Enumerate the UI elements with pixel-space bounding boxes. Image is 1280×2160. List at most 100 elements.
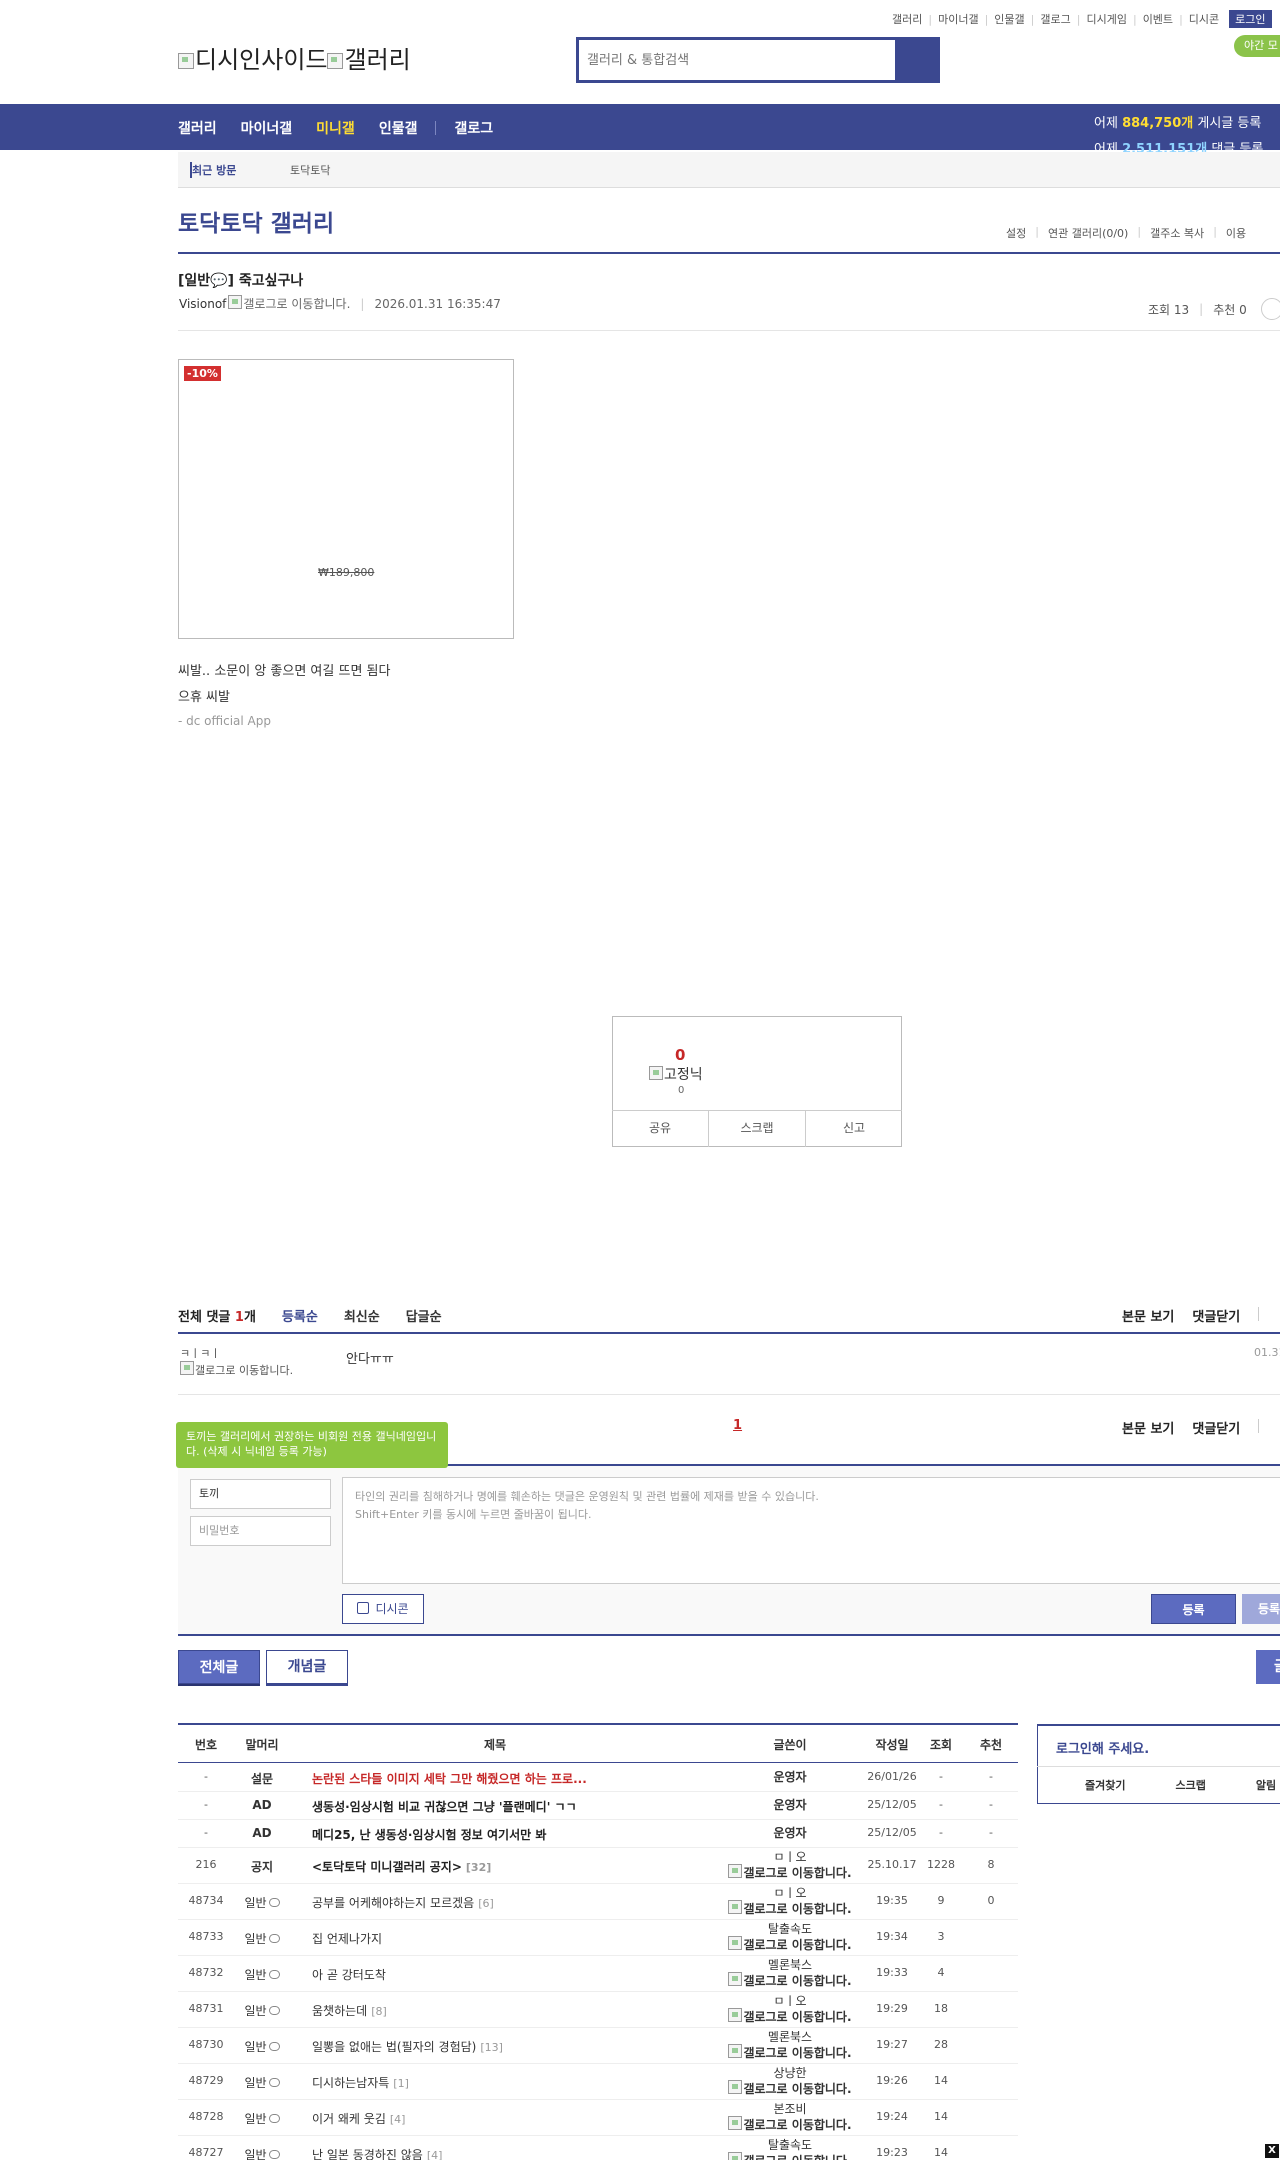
reply-count: [8] — [371, 2005, 387, 2018]
post-writer[interactable]: ㅁㅣ오 갤로그로 이동합니다. — [714, 1886, 866, 1916]
write-button[interactable]: 글 — [1256, 1650, 1280, 1684]
top-link-gallery[interactable]: 갤러리 — [892, 11, 922, 27]
post-title-link[interactable]: 메디25, 난 생동성·임상시험 정보 여기서만 봐 — [312, 1826, 546, 1843]
post-title-link[interactable]: <토닥토닥 미니갤러리 공지> [32] — [312, 1858, 491, 1875]
top-link-dccon[interactable]: 디시콘 — [1189, 11, 1219, 27]
post-writer[interactable]: 탈출속도갤로그로 이동합니다. — [714, 2138, 866, 2160]
login-prompt[interactable]: 로그인해 주세요. — [1056, 1738, 1149, 1757]
post-title-link[interactable]: 공부를 어케해야하는지 모르겠음 [6] — [312, 1894, 494, 1911]
post-views: - — [939, 1770, 943, 1783]
comment-nick[interactable]: ㅋㅣㅋㅣ 갤로그로 이동합니다. — [180, 1347, 310, 1378]
more-icon[interactable] — [1260, 298, 1280, 320]
nav-gallery[interactable]: 갤러리 — [178, 118, 217, 138]
post-title-link[interactable]: 집 언제나가지 — [312, 1930, 382, 1947]
post-title-link[interactable]: 움챗하는데 [8] — [312, 2002, 387, 2019]
post-writer[interactable]: ㅁㅣ오 갤로그로 이동합니다. — [714, 1850, 866, 1880]
divider — [1037, 1766, 1280, 1767]
site-logo[interactable]: 디시인사이드 갤러리 — [178, 40, 411, 75]
sort-latest[interactable]: 최신순 — [344, 1306, 380, 1325]
ad-price: ₩189,800 — [318, 566, 375, 579]
logo-gallery: 갤러리 — [344, 46, 411, 74]
post-head: 일반 — [234, 1894, 290, 1911]
post-author[interactable]: Visionof — [179, 297, 226, 311]
close-icon[interactable]: X — [1265, 2144, 1279, 2158]
broken-image-icon — [728, 1864, 743, 1878]
col-header-writer: 글쓴이 — [773, 1738, 807, 1752]
search-button[interactable] — [895, 37, 940, 83]
reply-count: [1] — [393, 2077, 409, 2090]
share-button[interactable]: 공유 — [612, 1111, 709, 1147]
post-writer[interactable]: 본조비 갤로그로 이동합니다. — [714, 2102, 866, 2132]
comment-submit-button[interactable]: 등록 — [1151, 1594, 1236, 1624]
comment-text: 안다ㅠㅠ — [346, 1352, 394, 1367]
post-title-link[interactable]: 디시하는남자특 [1] — [312, 2074, 409, 2091]
night-mode-button[interactable]: 야간 모 — [1234, 35, 1280, 57]
post-writer[interactable]: ㅁㅣ오 갤로그로 이동합니다. — [714, 1994, 866, 2024]
scrap-link[interactable]: 스크랩 — [1175, 1777, 1205, 1793]
copy-gallery-url[interactable]: 갤주소 복사 — [1150, 225, 1204, 241]
password-input[interactable]: 비밀번호 — [190, 1516, 331, 1546]
col-header-views: 조회 — [929, 1738, 953, 1752]
post-writer[interactable]: 운영자 — [714, 1826, 866, 1840]
comment-submit-alt-button[interactable]: 등록 — [1242, 1594, 1280, 1624]
related-galleries[interactable]: 연관 갤러리(0/0) — [1048, 225, 1128, 241]
post-writer[interactable]: 운영자 — [714, 1798, 866, 1812]
sort-replies[interactable]: 답글순 — [406, 1306, 442, 1325]
gallog-link[interactable]: 갤로그로 이동합니다. — [228, 295, 350, 312]
recent-visit-item[interactable]: 토닥토닥 — [290, 162, 330, 178]
post-number: - — [204, 1826, 208, 1839]
dccon-button[interactable]: 디시콘 — [342, 1594, 424, 1624]
search-input[interactable] — [587, 46, 857, 74]
post-writer[interactable]: 멜론북스 갤로그로 이동합니다. — [714, 1958, 866, 1988]
top-link-minor[interactable]: 마이너갤 — [938, 11, 978, 27]
speech-bubble-icon — [268, 2042, 280, 2051]
post-date: 25.10.17 — [867, 1858, 917, 1871]
gallery-settings[interactable]: 설정 — [1006, 225, 1026, 241]
top-link-event[interactable]: 이벤트 — [1143, 11, 1173, 27]
speech-bubble-icon — [268, 2114, 280, 2123]
gallery-title[interactable]: 토닥토닥 갤러리 — [178, 204, 334, 238]
comment-page-1[interactable]: 1 — [733, 1418, 742, 1433]
post-writer[interactable]: 운영자 — [714, 1770, 866, 1784]
tab-concept-posts[interactable]: 개념글 — [266, 1650, 348, 1684]
nav-minor[interactable]: 마이너갤 — [241, 118, 293, 138]
login-button[interactable]: 로그인 — [1229, 10, 1272, 28]
favorites-link[interactable]: 즐겨찾기 — [1085, 1777, 1125, 1793]
post-title-link[interactable]: 논란된 스타들 이미지 세탁 그만 해줬으면 하는 프로... — [312, 1770, 587, 1787]
post-title-link[interactable]: 이거 왜케 웃김 [4] — [312, 2110, 405, 2127]
tab-all-posts[interactable]: 전체글 — [178, 1650, 260, 1684]
view-post-button[interactable]: 본문 보기 — [1122, 1306, 1174, 1325]
reply-count: [4] — [426, 2149, 443, 2160]
nav-gallog[interactable]: 갤로그 — [454, 118, 493, 138]
post-writer[interactable]: 탈출속도갤로그로 이동합니다. — [714, 1922, 866, 1952]
post-meta: Visionof 갤로그로 이동합니다. | 2026.01.31 16:35:… — [179, 295, 501, 312]
ad-banner[interactable] — [178, 359, 514, 639]
post-title-link[interactable]: 일뽕을 없애는 법(필자의 경험담) [13] — [312, 2038, 503, 2055]
post-title-link[interactable]: 생동성·임상시험 비교 귀찮으면 그냥 '플랜메디' ㄱㄱ — [312, 1798, 577, 1815]
close-comments-button[interactable]: 댓글닫기 — [1192, 1418, 1240, 1437]
view-post-button[interactable]: 본문 보기 — [1122, 1418, 1174, 1437]
reply-count: [32] — [465, 1861, 492, 1874]
recommend-count[interactable]: 0 — [675, 1046, 685, 1064]
nav-mini[interactable]: 미니갤 — [316, 118, 355, 138]
top-link-dcgame[interactable]: 디시게임 — [1086, 11, 1126, 27]
sort-registered[interactable]: 등록순 — [282, 1306, 318, 1325]
comment-textarea[interactable]: 타인의 권리를 침해하거나 명예를 훼손하는 댓글은 운영원칙 및 관련 법률에… — [342, 1477, 1280, 1584]
close-comments-button[interactable]: 댓글닫기 — [1192, 1306, 1240, 1325]
nav-person[interactable]: 인물갤 — [379, 118, 418, 138]
divider — [178, 252, 1280, 254]
post-title-link[interactable]: 아 곧 강터도착 — [312, 1966, 386, 1983]
gallery-usage[interactable]: 이용 — [1226, 225, 1246, 241]
post-number: 48728 — [188, 2110, 224, 2123]
top-link-gallog[interactable]: 갤로그 — [1040, 11, 1070, 27]
post-writer[interactable]: 멜론북스 갤로그로 이동합니다. — [714, 2030, 866, 2060]
report-button[interactable]: 신고 — [806, 1111, 902, 1147]
fixed-nick-recommend[interactable]: 고정닉 — [649, 1064, 703, 1084]
post-title-link[interactable]: 난 일본 동경하진 않음 [4] — [312, 2146, 442, 2160]
top-link-person[interactable]: 인물갤 — [994, 11, 1024, 27]
post-date: 19:27 — [876, 2038, 908, 2051]
post-writer[interactable]: 상냥한 갤로그로 이동합니다. — [714, 2066, 866, 2096]
nickname-input[interactable]: 토끼 — [190, 1479, 331, 1509]
scrap-button[interactable]: 스크랩 — [709, 1111, 806, 1147]
notifications-link[interactable]: 알림 — [1256, 1777, 1276, 1793]
